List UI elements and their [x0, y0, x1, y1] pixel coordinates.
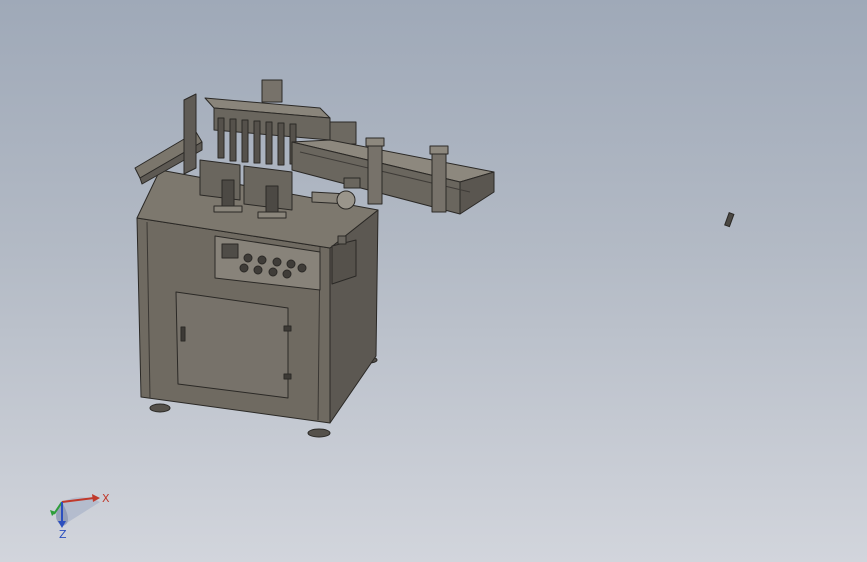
door-hinge-bottom — [283, 373, 292, 380]
conveyor-clamp-2 — [429, 145, 449, 155]
gripper-array — [217, 117, 297, 166]
fixture-base — [257, 211, 287, 219]
z-axis-label: Z — [59, 528, 67, 541]
x-axis-label: X — [102, 492, 110, 505]
door-handle[interactable] — [180, 326, 186, 342]
loose-part — [724, 212, 735, 228]
drive-roller — [336, 190, 356, 210]
conveyor-upright-2 — [431, 151, 447, 213]
coordinate-triad: X Z — [50, 492, 110, 541]
conveyor-clamp-1 — [365, 137, 385, 147]
cad-viewport[interactable]: X Z — [0, 0, 867, 562]
upright-bracket — [183, 93, 197, 175]
sensor-block — [343, 177, 361, 189]
door-hinge-top — [283, 325, 292, 332]
fixture-base — [213, 205, 243, 213]
head-top-block — [261, 79, 283, 103]
cabinet-door[interactable] — [175, 291, 289, 399]
conveyor-upright-1 — [367, 145, 383, 205]
side-control-box — [331, 239, 357, 285]
machine-3d-model[interactable] — [0, 0, 867, 562]
panel-display — [221, 243, 239, 259]
box-connector — [337, 235, 347, 245]
